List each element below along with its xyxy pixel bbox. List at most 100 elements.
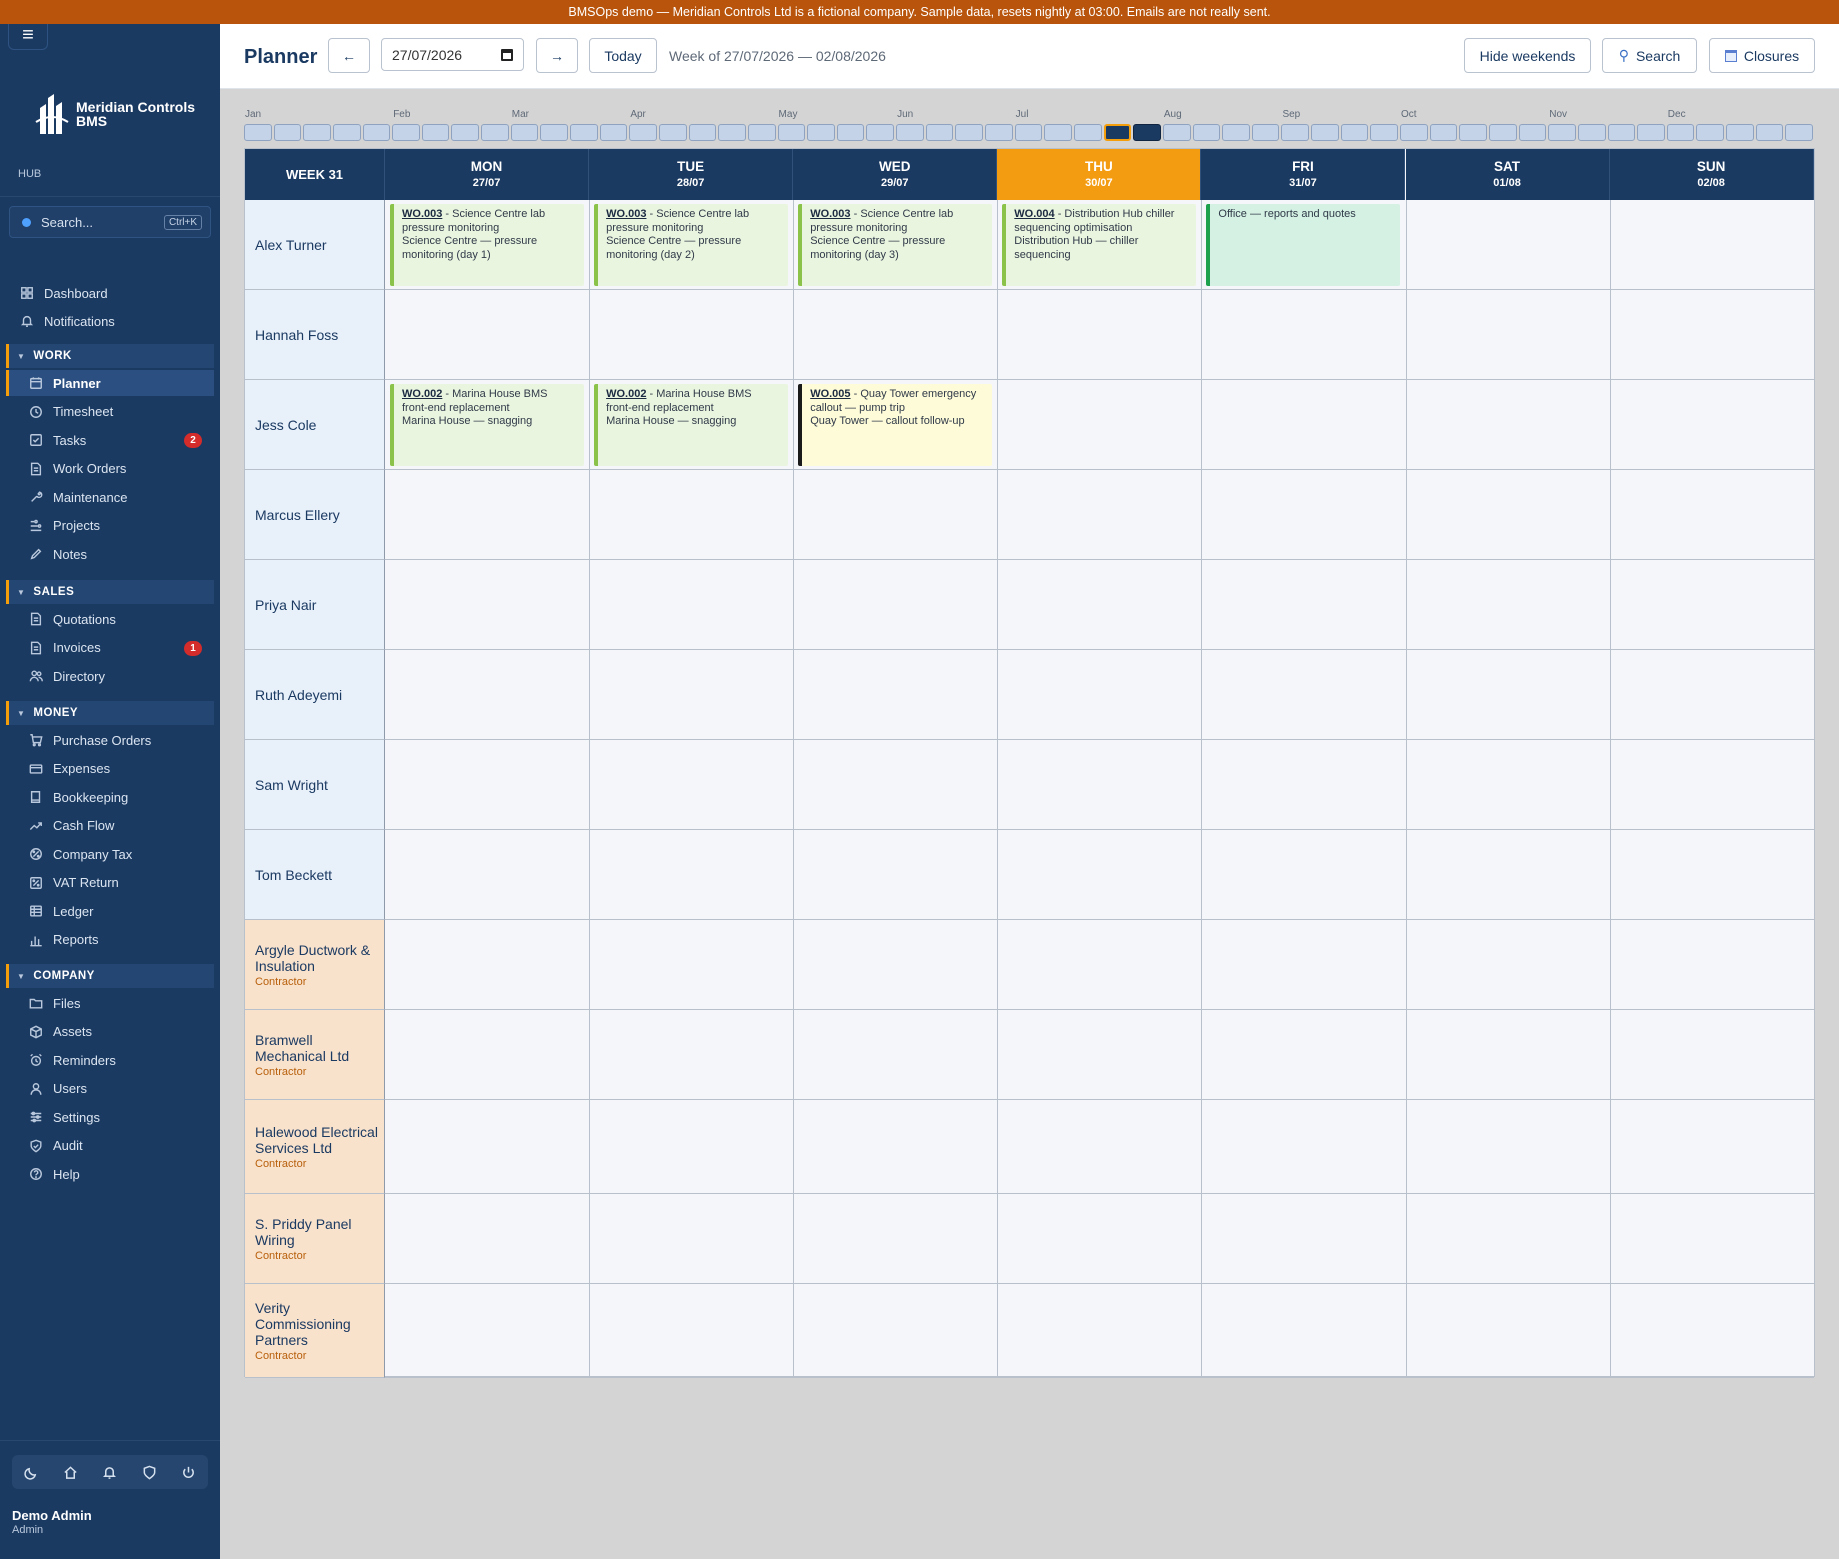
week-cell[interactable] (1370, 124, 1399, 141)
week-cell[interactable] (1073, 124, 1102, 141)
week-cell[interactable] (1311, 124, 1339, 141)
prev-week-button[interactable]: ← (328, 38, 370, 73)
home-icon[interactable] (63, 1465, 78, 1480)
sidebar-item-help[interactable]: Help (0, 1161, 220, 1187)
week-cell[interactable] (836, 124, 865, 141)
sidebar-item-reports[interactable]: Reports (0, 927, 220, 953)
sidebar-item-company-tax[interactable]: Company Tax (0, 841, 220, 867)
work-order-link[interactable]: WO.002 (402, 388, 442, 400)
sidebar-item-work-orders[interactable]: Work Orders (0, 456, 220, 482)
week-cell[interactable] (510, 124, 539, 141)
search-button[interactable]: ⚲ Search (1602, 38, 1697, 73)
sidebar-item-reminders[interactable]: Reminders (0, 1047, 220, 1073)
week-cell[interactable] (807, 124, 835, 141)
section-work[interactable]: ▼ WORK (6, 344, 214, 368)
sidebar-item-settings[interactable]: Settings (0, 1104, 220, 1130)
moon-icon[interactable] (24, 1465, 39, 1480)
calendar-icon[interactable] (501, 48, 513, 61)
sidebar-item-assets[interactable]: Assets (0, 1019, 220, 1045)
sidebar-item-files[interactable]: Files (0, 990, 220, 1016)
week-cell[interactable] (985, 124, 1013, 141)
planner-task-card[interactable]: WO.002 - Marina House BMS front-end repl… (594, 384, 789, 466)
sidebar-item-ledger[interactable]: Ledger (0, 898, 220, 924)
week-cell[interactable] (718, 124, 746, 141)
week-cell[interactable] (747, 124, 776, 141)
work-order-link[interactable]: WO.005 (810, 388, 850, 400)
week-cell[interactable] (1192, 124, 1221, 141)
work-order-link[interactable]: WO.003 (402, 208, 442, 220)
week-cell[interactable] (1281, 124, 1310, 141)
sidebar-item-notifications[interactable]: Notifications (0, 308, 220, 334)
week-cell[interactable] (1726, 124, 1754, 141)
work-order-link[interactable]: WO.003 (606, 208, 646, 220)
planner-task-card[interactable]: WO.003 - Science Centre lab pressure mon… (390, 204, 585, 286)
sidebar-item-maintenance[interactable]: Maintenance (0, 484, 220, 510)
week-cell[interactable] (273, 124, 302, 141)
week-cell[interactable] (1251, 124, 1280, 141)
week-date-input[interactable]: 27/07/2026 (381, 38, 524, 71)
sidebar-item-purchase-orders[interactable]: Purchase Orders (0, 727, 220, 753)
sidebar-item-invoices[interactable]: Invoices 1 (0, 635, 220, 661)
week-cell[interactable] (866, 124, 895, 141)
planner-task-card[interactable]: WO.002 - Marina House BMS front-end repl… (390, 384, 585, 466)
planner-task-card[interactable]: WO.003 - Science Centre lab pressure mon… (798, 204, 993, 286)
week-cell[interactable] (1518, 124, 1547, 141)
sidebar-item-audit[interactable]: Audit (0, 1133, 220, 1159)
week-cell[interactable] (540, 124, 569, 141)
section-sales[interactable]: ▼ SALES (6, 580, 214, 604)
week-cell[interactable] (481, 124, 509, 141)
week-cell[interactable] (1755, 124, 1784, 141)
week-cell[interactable] (1548, 124, 1576, 141)
week-cell[interactable] (1340, 124, 1369, 141)
week-cell[interactable] (1607, 124, 1636, 141)
planner-task-card[interactable]: WO.003 - Science Centre lab pressure mon… (594, 204, 789, 286)
week-cell[interactable] (925, 124, 954, 141)
sidebar-item-tasks[interactable]: Tasks 2 (0, 427, 220, 453)
sidebar-search[interactable]: Search... Ctrl+K (9, 206, 211, 238)
sidebar-item-dashboard[interactable]: Dashboard (0, 280, 220, 306)
week-cell[interactable] (599, 124, 628, 141)
bell-icon[interactable] (102, 1465, 117, 1480)
week-cell[interactable] (1459, 124, 1487, 141)
week-cell[interactable] (451, 124, 480, 141)
week-cell[interactable] (629, 124, 657, 141)
week-cell[interactable] (1637, 124, 1665, 141)
sidebar-item-notes[interactable]: Notes (0, 541, 220, 567)
sidebar-item-cash-flow[interactable]: Cash Flow (0, 813, 220, 839)
week-cell[interactable] (570, 124, 598, 141)
power-icon[interactable] (181, 1465, 196, 1480)
sidebar-item-projects[interactable]: Projects (0, 513, 220, 539)
work-order-link[interactable]: WO.004 (1014, 208, 1054, 220)
week-cell[interactable] (1577, 124, 1606, 141)
menu-toggle-icon[interactable]: ≡ (8, 24, 48, 50)
planner-task-card[interactable]: WO.004 - Distribution Hub chiller sequen… (1002, 204, 1197, 286)
sidebar-item-directory[interactable]: Directory (0, 663, 220, 689)
week-cell[interactable] (1133, 124, 1161, 141)
week-cell[interactable] (332, 124, 361, 141)
week-cell[interactable] (244, 124, 272, 141)
sidebar-item-bookkeeping[interactable]: Bookkeeping (0, 784, 220, 810)
planner-task-card[interactable]: WO.005 - Quay Tower emergency callout — … (798, 384, 993, 466)
sidebar-item-timesheet[interactable]: Timesheet (0, 399, 220, 425)
week-cell[interactable] (955, 124, 984, 141)
section-company[interactable]: ▼ COMPANY (6, 964, 214, 988)
week-cell[interactable] (1014, 124, 1043, 141)
work-order-link[interactable]: WO.003 (810, 208, 850, 220)
sidebar-item-planner[interactable]: Planner (6, 370, 214, 396)
next-week-button[interactable]: → (536, 38, 578, 73)
week-cell[interactable] (658, 124, 687, 141)
week-cell[interactable] (1162, 124, 1191, 141)
week-cell[interactable] (1222, 124, 1250, 141)
week-cell[interactable] (777, 124, 806, 141)
week-cell[interactable] (421, 124, 450, 141)
hide-weekends-button[interactable]: Hide weekends (1464, 38, 1591, 73)
user-name[interactable]: Demo Admin (12, 1508, 92, 1523)
week-cell[interactable] (1103, 124, 1132, 141)
week-cell[interactable] (1666, 124, 1695, 141)
week-cell[interactable] (1488, 124, 1517, 141)
sidebar-item-users[interactable]: Users (0, 1076, 220, 1102)
sidebar-item-quotations[interactable]: Quotations (0, 606, 220, 632)
planner-task-card[interactable]: Office — reports and quotes (1206, 204, 1401, 286)
week-cell[interactable] (1429, 124, 1458, 141)
week-cell[interactable] (688, 124, 717, 141)
